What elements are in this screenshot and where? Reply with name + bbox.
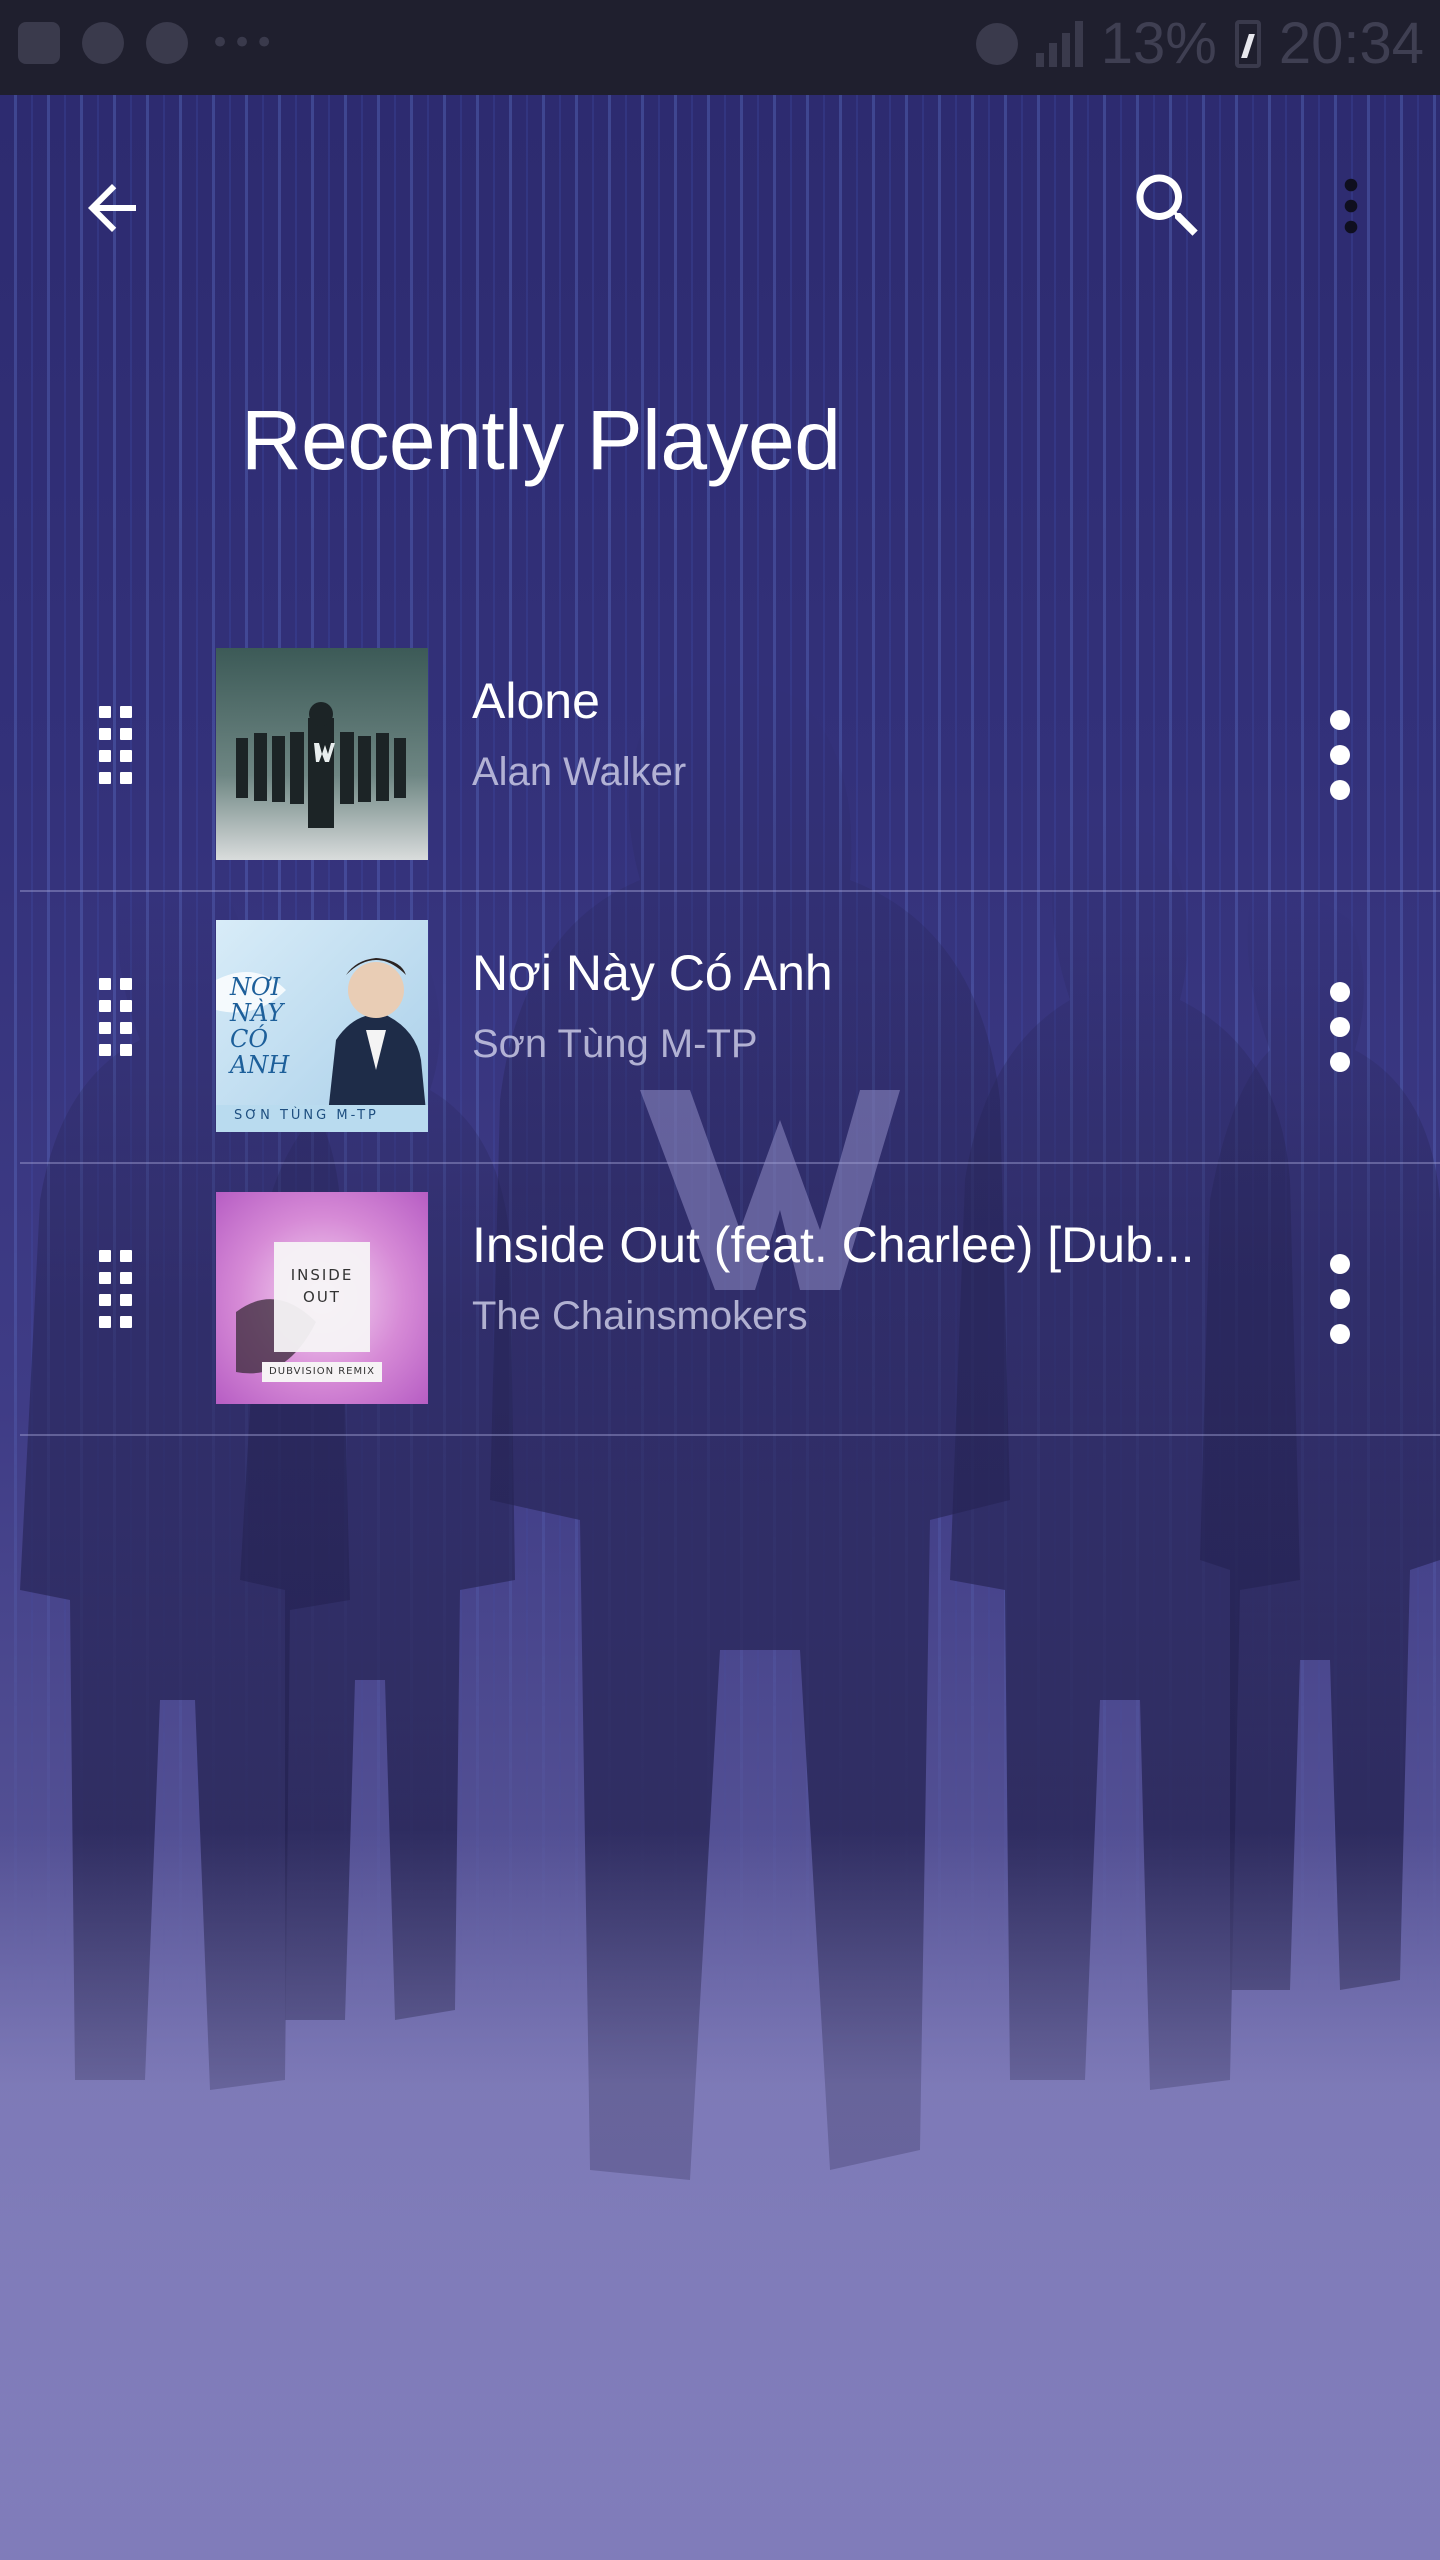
notification-icons: ••• bbox=[18, 22, 276, 64]
album-art-alone bbox=[216, 648, 428, 860]
system-indicators: 13% 20:34 bbox=[975, 10, 1424, 77]
album-art-title: NƠI NÀY CÓ ANH bbox=[230, 973, 290, 1079]
album-art-title: INSIDE OUT bbox=[290, 1266, 354, 1306]
clock: 20:34 bbox=[1278, 11, 1424, 76]
background-floor bbox=[0, 1830, 1440, 2560]
track-artist: Alan Walker bbox=[472, 750, 687, 794]
back-button[interactable] bbox=[64, 160, 160, 256]
messenger-icon bbox=[82, 22, 124, 64]
track-title: Inside Out (feat. Charlee) [Dub... bbox=[472, 1217, 1195, 1273]
more-vert-icon bbox=[1344, 178, 1358, 234]
search-icon bbox=[1136, 174, 1198, 236]
album-art-noi-nay-co-anh: NƠI NÀY CÓ ANH SƠN TÙNG M-TP bbox=[216, 920, 428, 1132]
album-art-inside-out: INSIDE OUT DUBVISION REMIX bbox=[216, 1192, 428, 1404]
battery-percent: 13% bbox=[1100, 11, 1217, 76]
track-row[interactable]: NƠI NÀY CÓ ANH SƠN TÙNG M-TP Nơi Này Có … bbox=[0, 892, 1440, 1164]
signal-icon bbox=[1035, 20, 1083, 67]
track-more-button[interactable] bbox=[1310, 1244, 1370, 1354]
track-more-button[interactable] bbox=[1310, 700, 1370, 810]
album-art-subtitle: DUBVISION REMIX bbox=[269, 1366, 375, 1377]
overflow-menu-button[interactable] bbox=[1303, 158, 1399, 254]
drag-handle-icon[interactable] bbox=[95, 1239, 135, 1339]
more-notifications-icon: ••• bbox=[210, 23, 277, 63]
track-more-button[interactable] bbox=[1310, 972, 1370, 1082]
music-app-screen: ••• 13% 20:34 Recently Played Alone Alan… bbox=[0, 0, 1440, 2560]
gallery-icon bbox=[18, 22, 60, 64]
more-vert-icon bbox=[1330, 710, 1350, 800]
alarm-icon bbox=[975, 22, 1018, 65]
more-vert-icon bbox=[1330, 1254, 1350, 1344]
battery-charging-icon bbox=[1234, 19, 1261, 68]
track-artist: The Chainsmokers bbox=[472, 1294, 808, 1338]
status-bar: ••• 13% 20:34 bbox=[0, 0, 1440, 95]
headphones-icon bbox=[146, 22, 188, 64]
track-title: Alone bbox=[472, 673, 600, 729]
track-artist: Sơn Tùng M-TP bbox=[472, 1022, 758, 1066]
track-title: Nơi Này Có Anh bbox=[472, 945, 833, 1001]
drag-handle-icon[interactable] bbox=[95, 967, 135, 1067]
track-row[interactable]: Alone Alan Walker bbox=[0, 620, 1440, 892]
more-vert-icon bbox=[1330, 982, 1350, 1072]
recently-played-list: Alone Alan Walker NƠI NÀY CÓ ANH SƠN TÙN… bbox=[0, 620, 1440, 1436]
drag-handle-icon[interactable] bbox=[95, 695, 135, 795]
search-button[interactable] bbox=[1120, 158, 1216, 254]
page-title: Recently Played bbox=[241, 393, 841, 487]
album-art-artist: SƠN TÙNG M-TP bbox=[234, 1108, 379, 1123]
track-row[interactable]: INSIDE OUT DUBVISION REMIX Inside Out (f… bbox=[0, 1164, 1440, 1436]
arrow-left-icon bbox=[88, 184, 136, 232]
row-divider bbox=[20, 1434, 1440, 1436]
